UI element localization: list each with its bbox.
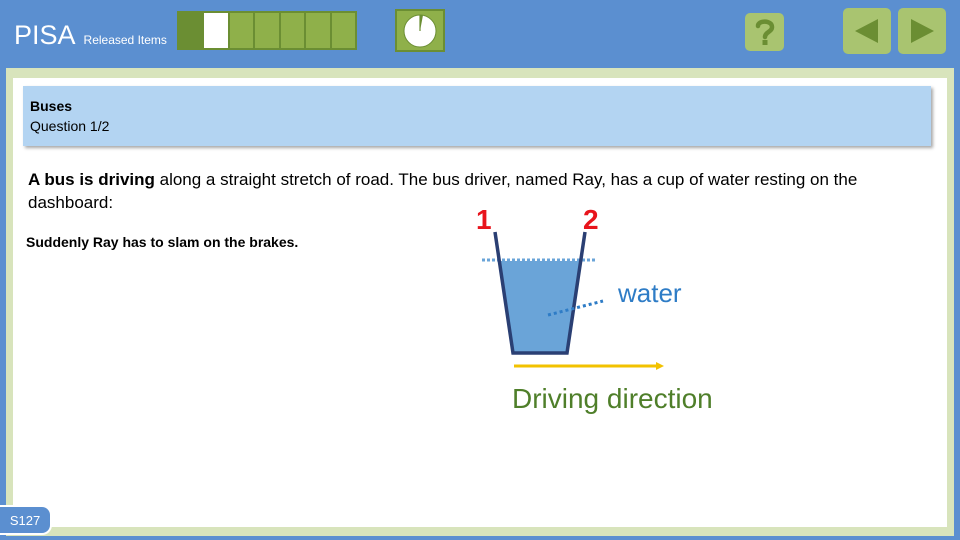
brand-title: PISA bbox=[14, 20, 76, 50]
brand-subtitle: Released Items bbox=[83, 33, 167, 47]
progress-segment-current bbox=[204, 13, 230, 48]
progress-segment bbox=[255, 13, 281, 48]
timer-clock bbox=[403, 14, 437, 47]
question-number: Question 1/2 bbox=[30, 118, 110, 134]
stem-bold-text: A bus is driving bbox=[28, 170, 155, 189]
progress-indicator bbox=[177, 11, 357, 50]
question-prompt: Suddenly Ray has to slam on the brakes. bbox=[26, 234, 299, 250]
cup-diagram: 1 2 water Driving direction bbox=[476, 204, 713, 414]
progress-segment bbox=[229, 13, 256, 48]
previous-button[interactable] bbox=[843, 8, 891, 54]
timer-icon bbox=[395, 9, 445, 52]
next-button[interactable] bbox=[898, 8, 946, 54]
question-header: Buses Question 1/2 bbox=[23, 86, 931, 146]
progress-segment bbox=[179, 13, 205, 48]
label-1: 1 bbox=[476, 204, 492, 235]
progress-segment bbox=[331, 13, 355, 48]
water-label: water bbox=[617, 278, 682, 308]
top-bar: PISA Released Items bbox=[0, 0, 960, 66]
label-2: 2 bbox=[583, 204, 599, 235]
unit-title: Buses bbox=[30, 98, 73, 114]
arrow-right-icon bbox=[911, 19, 934, 43]
arrow-left-icon bbox=[855, 19, 878, 43]
progress-segment bbox=[280, 13, 307, 48]
progress-segment bbox=[306, 13, 332, 48]
direction-arrowhead bbox=[656, 362, 664, 370]
question-mark-icon bbox=[755, 19, 774, 45]
direction-label: Driving direction bbox=[512, 383, 713, 414]
page-code-badge: S127 bbox=[0, 505, 52, 535]
brand: PISA Released Items bbox=[14, 20, 167, 51]
help-button[interactable] bbox=[745, 13, 784, 51]
